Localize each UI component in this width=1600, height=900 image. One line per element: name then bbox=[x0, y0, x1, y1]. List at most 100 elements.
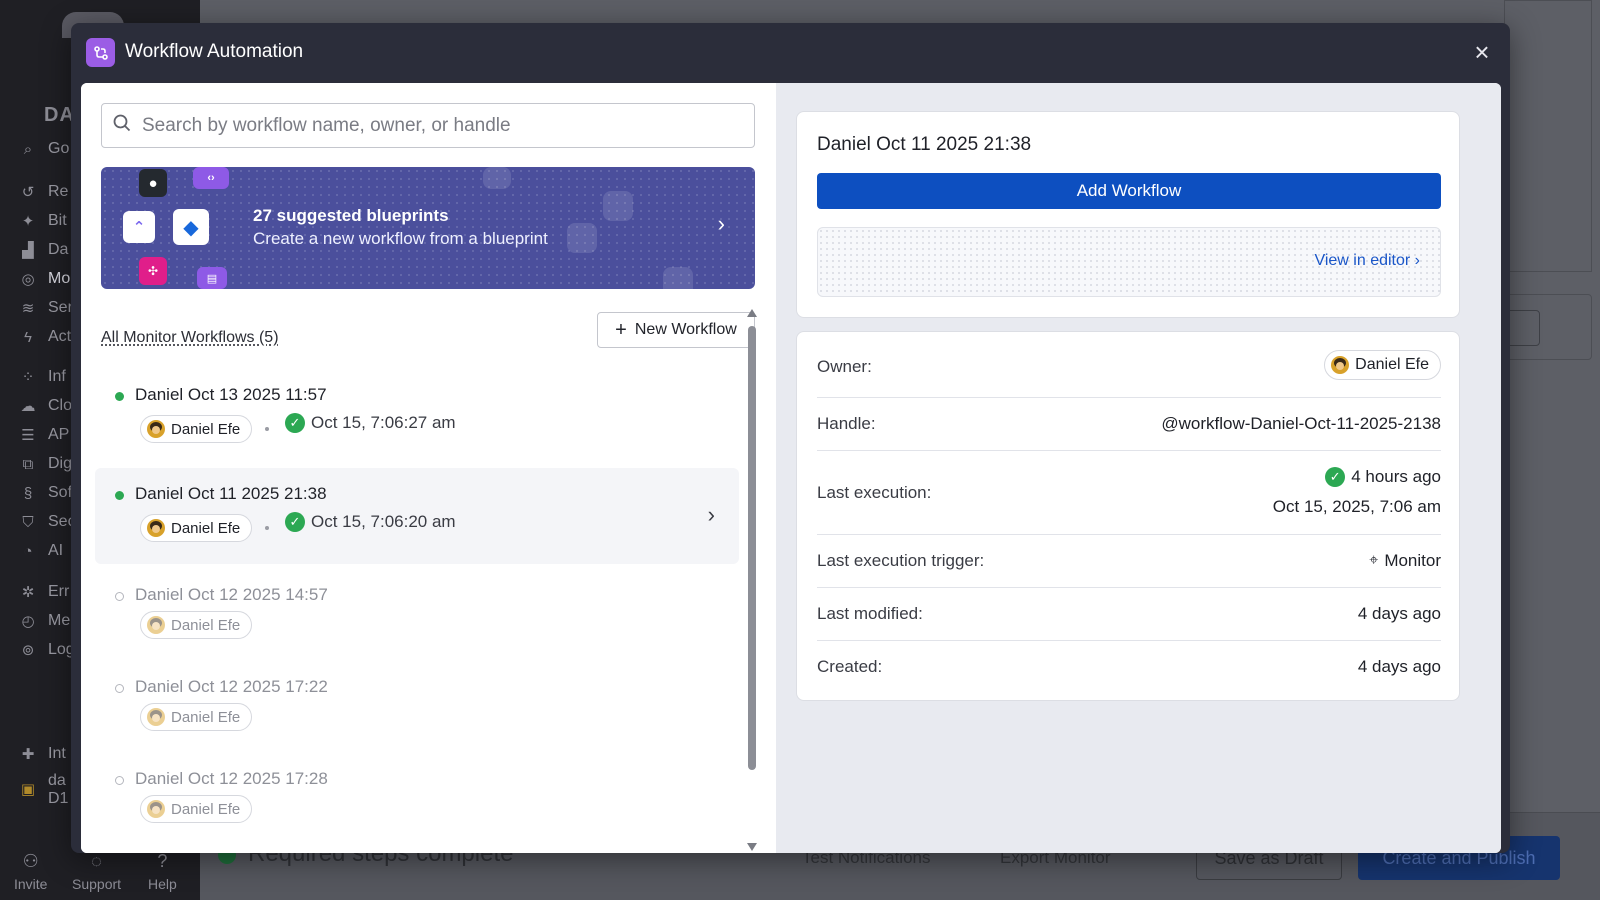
workflow-list-item[interactable]: Daniel Oct 13 2025 11:57 Daniel Efe ✓ Oct… bbox=[95, 369, 739, 465]
separator-dot bbox=[265, 427, 269, 431]
modified-value: 4 days ago bbox=[1357, 604, 1441, 623]
modal-body: ● ‹› ⌃ ◆ ✣ ▤ 27 suggested blueprints Cre… bbox=[81, 83, 1501, 853]
shield-icon: ⛉ bbox=[22, 513, 34, 531]
digital-icon: ⧉ bbox=[22, 455, 34, 473]
all-workflows-link[interactable]: All Monitor Workflows (5) bbox=[101, 329, 279, 347]
help-icon: ? bbox=[157, 851, 168, 871]
owner-pill: Daniel Efe bbox=[140, 611, 253, 639]
software-icon: § bbox=[23, 484, 33, 502]
sidebar-item-security[interactable]: ⛉ Sec bbox=[18, 513, 75, 531]
created-value: 4 days ago bbox=[1357, 657, 1441, 676]
invite-button[interactable]: ⚇ Invite bbox=[14, 851, 47, 892]
help-button[interactable]: ? Help bbox=[148, 851, 177, 892]
detail-row-last-execution: Last execution: ✓ 4 hours ago Oct 15, 202… bbox=[817, 451, 1441, 535]
banner-subtitle: Create a new workflow from a blueprint bbox=[253, 229, 548, 248]
scroll-thumb[interactable] bbox=[748, 326, 756, 770]
metrics-icon: ◴ bbox=[21, 613, 35, 630]
service-icon: ≋ bbox=[21, 300, 35, 317]
created-label: Created: bbox=[817, 657, 883, 676]
add-workflow-button[interactable]: Add Workflow bbox=[817, 173, 1441, 209]
workflow-list-pane: ● ‹› ⌃ ◆ ✣ ▤ 27 suggested blueprints Cre… bbox=[81, 83, 776, 853]
add-user-icon: ⚇ bbox=[22, 851, 39, 871]
last-execution-absolute: Oct 15, 2025, 7:06 am bbox=[1272, 497, 1441, 516]
plus-icon: + bbox=[615, 319, 627, 341]
trigger-value: ⌖ Monitor bbox=[1369, 551, 1441, 570]
workflow-name: Daniel Oct 13 2025 11:57 bbox=[135, 385, 327, 404]
workflow-automation-modal: Workflow Automation × ● ‹› ⌃ ◆ ✣ ▤ bbox=[71, 23, 1510, 853]
sidebar-item-ai[interactable]: ◔ AI bbox=[18, 542, 63, 560]
sidebar-item-actions[interactable]: ϟ Act bbox=[18, 328, 71, 346]
separator-dot bbox=[265, 526, 269, 530]
status-inactive-icon bbox=[115, 592, 124, 601]
success-check-icon: ✓ bbox=[285, 512, 305, 532]
sidebar-item-monitors[interactable]: ◎ Mo bbox=[18, 270, 70, 288]
sidebar-item-apm[interactable]: ☰ AP bbox=[18, 426, 69, 444]
sidebar-item-go[interactable]: ⌕ Go bbox=[18, 140, 70, 158]
search-icon bbox=[102, 114, 142, 137]
scroll-up-icon[interactable] bbox=[747, 309, 757, 317]
workflow-list-item-selected[interactable]: Daniel Oct 11 2025 21:38 Daniel Efe ✓ Oct… bbox=[95, 468, 739, 564]
search-box[interactable] bbox=[101, 103, 755, 148]
detail-row-handle: Handle: @workflow-Daniel-Oct-11-2025-213… bbox=[817, 398, 1441, 451]
history-icon: ↺ bbox=[21, 184, 35, 201]
list-icon: ☰ bbox=[21, 427, 35, 444]
sparkle-icon: ✦ bbox=[21, 213, 35, 230]
workflow-preview: View in editor › bbox=[817, 227, 1441, 297]
last-execution: ✓ Oct 15, 7:06:27 am bbox=[285, 413, 456, 433]
infra-icon: ⁘ bbox=[21, 369, 35, 386]
connector-icon: ‹› bbox=[193, 167, 229, 189]
support-button[interactable]: ◌ Support bbox=[72, 851, 121, 892]
avatar bbox=[147, 800, 165, 818]
workflow-name: Daniel Oct 12 2025 14:57 bbox=[135, 585, 328, 604]
sidebar-item-infrastructure[interactable]: ⁘ Inf bbox=[18, 368, 66, 386]
sidebar-user[interactable]: ▣ da D1 bbox=[18, 772, 69, 808]
owner-pill: Daniel Efe bbox=[140, 795, 253, 823]
last-execution-label: Last execution: bbox=[817, 483, 932, 502]
search-icon: ⌕ bbox=[23, 140, 33, 158]
view-in-editor-link[interactable]: View in editor › bbox=[1314, 252, 1420, 270]
sidebar-item-integrations[interactable]: ✚ Int bbox=[18, 745, 66, 763]
success-check-icon: ✓ bbox=[285, 413, 305, 433]
search-input[interactable] bbox=[142, 114, 742, 137]
sidebar-item-service[interactable]: ≋ Ser bbox=[18, 299, 73, 317]
sidebar-item-dashboards[interactable]: ▟ Da bbox=[18, 241, 68, 259]
user-avatar-icon: ▣ bbox=[20, 781, 36, 798]
sidebar-item-logs[interactable]: ⊚ Log bbox=[18, 641, 75, 659]
banner-tile bbox=[483, 167, 511, 189]
success-check-icon: ✓ bbox=[1325, 467, 1346, 487]
last-execution: ✓ Oct 15, 7:06:20 am bbox=[285, 512, 456, 532]
owner-pill: Daniel Efe bbox=[140, 703, 253, 731]
sidebar-item-metrics[interactable]: ◴ Me bbox=[18, 612, 70, 630]
status-active-icon bbox=[115, 491, 124, 500]
sidebar-item-cloud[interactable]: ☁ Clo bbox=[18, 397, 73, 415]
github-icon: ● bbox=[139, 169, 167, 197]
app-icon: ▤ bbox=[197, 267, 227, 289]
workflow-list-item[interactable]: Daniel Oct 12 2025 17:22 Daniel Efe bbox=[95, 661, 739, 753]
list-scrollbar[interactable] bbox=[745, 309, 759, 853]
monitor-icon: ◎ bbox=[21, 271, 35, 288]
sidebar-item-software[interactable]: § Sof bbox=[18, 484, 72, 502]
ai-icon: ◔ bbox=[23, 542, 33, 560]
close-icon[interactable]: × bbox=[1467, 37, 1497, 67]
workflow-summary-card: Daniel Oct 11 2025 21:38 Add Workflow Vi… bbox=[796, 111, 1460, 318]
blueprints-banner[interactable]: ● ‹› ⌃ ◆ ✣ ▤ 27 suggested blueprints Cre… bbox=[101, 167, 755, 289]
support-icon: ◌ bbox=[91, 851, 102, 871]
workflow-list-item[interactable]: Daniel Oct 12 2025 17:28 Daniel Efe bbox=[95, 753, 739, 845]
detail-row-trigger: Last execution trigger: ⌖ Monitor bbox=[817, 535, 1441, 588]
sidebar-item-digital[interactable]: ⧉ Dig bbox=[18, 455, 72, 473]
scroll-down-icon[interactable] bbox=[747, 843, 757, 851]
banner-tile bbox=[663, 267, 693, 289]
workflow-detail-pane: Daniel Oct 11 2025 21:38 Add Workflow Vi… bbox=[776, 83, 1501, 853]
puzzle-icon: ✚ bbox=[21, 746, 35, 763]
new-workflow-button[interactable]: + New Workflow bbox=[597, 312, 755, 348]
jira-icon: ◆ bbox=[173, 209, 209, 245]
chevron-right-icon: › bbox=[1414, 252, 1420, 269]
workflow-list: Daniel Oct 13 2025 11:57 Daniel Efe ✓ Oct… bbox=[95, 369, 745, 845]
last-execution-relative: ✓ 4 hours ago bbox=[1325, 467, 1441, 487]
banner-tile bbox=[567, 223, 597, 253]
sidebar-item-errors[interactable]: ✲ Err bbox=[18, 583, 70, 601]
sidebar-item-recent[interactable]: ↺ Re bbox=[18, 183, 69, 201]
avatar bbox=[147, 420, 165, 438]
sidebar-item-bits[interactable]: ✦ Bit bbox=[18, 212, 67, 230]
workflow-list-item[interactable]: Daniel Oct 12 2025 14:57 Daniel Efe bbox=[95, 569, 739, 661]
